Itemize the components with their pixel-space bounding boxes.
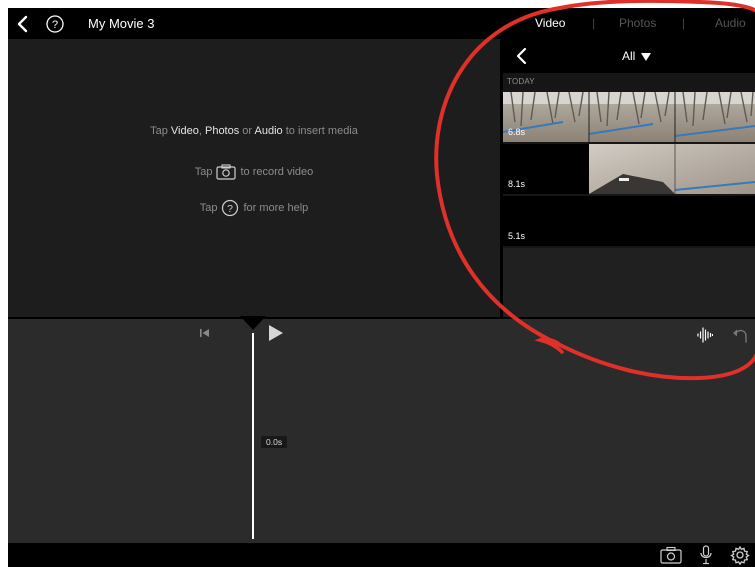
- media-list-empty-area: [503, 248, 755, 317]
- media-browser-header: All: [503, 39, 755, 73]
- clip-thumbnail: [503, 92, 755, 142]
- undo-icon[interactable]: [731, 326, 749, 344]
- hint-text: or: [239, 125, 255, 137]
- hint-text: Tap: [150, 125, 171, 137]
- clip-duration: 8.1s: [508, 179, 526, 189]
- waveform-icon[interactable]: [697, 326, 713, 344]
- hint-text: Tap: [199, 201, 218, 214]
- hint-text: for more help: [243, 201, 309, 214]
- chevron-left-icon[interactable]: [513, 47, 531, 65]
- bottom-toolbar: [8, 543, 755, 567]
- svg-text:?: ?: [52, 19, 58, 31]
- tab-video[interactable]: Video: [535, 16, 565, 30]
- imovie-window: ? My Movie 3 Video | Photos | Audio Tap …: [8, 8, 755, 567]
- tab-photos[interactable]: Photos: [619, 16, 656, 30]
- video-clip[interactable]: 5.1s: [503, 196, 755, 246]
- settings-icon[interactable]: [730, 545, 750, 565]
- hint-photos-word: Photos: [204, 125, 240, 137]
- hint-text: to record video: [240, 165, 314, 178]
- video-clip[interactable]: 6.8s: [503, 92, 755, 142]
- playhead-marker[interactable]: [240, 316, 266, 332]
- tab-separator: |: [592, 16, 596, 30]
- timeline[interactable]: 0.0s: [8, 316, 755, 543]
- play-icon[interactable]: [266, 324, 286, 342]
- tab-audio[interactable]: Audio: [715, 16, 746, 30]
- clip-duration: 6.8s: [508, 127, 526, 137]
- question-circle-icon: ?: [222, 199, 239, 217]
- hint-video-word: Video: [170, 125, 199, 137]
- filter-label: All: [622, 49, 636, 63]
- video-clip[interactable]: 8.1s: [503, 144, 755, 194]
- chevron-left-icon[interactable]: [12, 13, 34, 35]
- skip-to-start-icon[interactable]: [198, 327, 212, 339]
- question-circle-icon[interactable]: ?: [44, 13, 66, 35]
- playhead-line: [252, 333, 254, 539]
- svg-text:?: ?: [228, 203, 234, 215]
- camera-icon[interactable]: [660, 546, 682, 564]
- tab-separator: |: [682, 16, 686, 30]
- microphone-icon[interactable]: [699, 545, 713, 565]
- clip-duration: 5.1s: [508, 231, 526, 241]
- hint-record-video: Tap to record video: [8, 164, 500, 180]
- filter-dropdown[interactable]: All: [622, 49, 651, 63]
- clip-thumbnail: [503, 144, 755, 194]
- hint-more-help: Tap? for more help: [8, 199, 500, 217]
- media-browser: All TODAY 6.8s 8.1s 5.1s: [503, 39, 755, 317]
- hint-text: to insert media: [282, 125, 358, 137]
- project-title: My Movie 3: [88, 16, 155, 31]
- triangle-down-icon: [640, 52, 651, 61]
- hint-text: Tap: [194, 165, 213, 178]
- camera-icon: [216, 164, 237, 180]
- hint-insert-media: Tap Video, Photos or Audio to insert med…: [8, 125, 500, 137]
- preview-viewer: Tap Video, Photos or Audio to insert med…: [8, 39, 500, 317]
- top-bar: ? My Movie 3 Video | Photos | Audio: [8, 8, 755, 39]
- playhead-time: 0.0s: [261, 436, 288, 448]
- hint-audio-word: Audio: [254, 125, 283, 137]
- section-label: TODAY: [507, 77, 535, 86]
